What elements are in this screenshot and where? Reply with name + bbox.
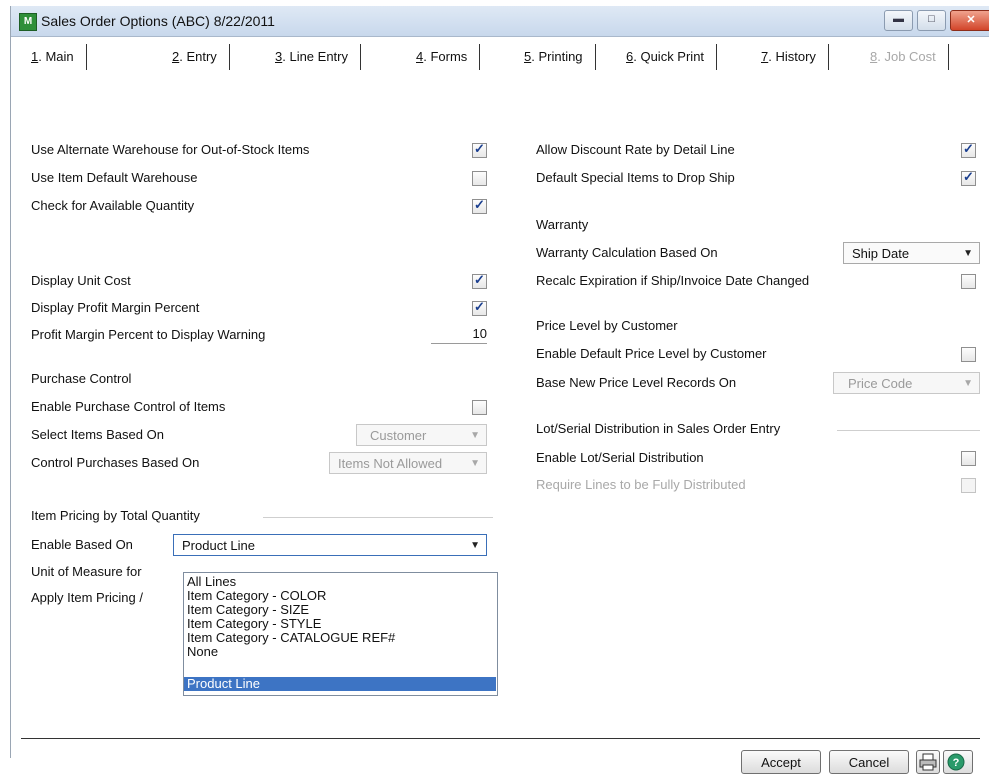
tab-history[interactable]: 7. History (755, 44, 829, 70)
display-profit-margin-label: Display Profit Margin Percent (31, 300, 200, 315)
display-unit-cost-label: Display Unit Cost (31, 273, 131, 288)
profit-margin-warning-field[interactable]: 10 (431, 325, 487, 344)
display-profit-margin-checkbox[interactable]: ✓ (472, 299, 487, 316)
checkmark-icon: ✓ (474, 299, 485, 314)
cancel-button[interactable]: Cancel (829, 750, 909, 774)
item-pricing-heading: Item Pricing by Total Quantity (31, 508, 200, 523)
recalc-expiration-checkbox[interactable] (961, 274, 976, 289)
chevron-down-icon: ▼ (470, 458, 480, 469)
dropdown-option-item-category-size[interactable]: Item Category - SIZE (184, 603, 496, 617)
base-price-level-select[interactable]: Price Code ▼ (833, 372, 980, 394)
dropdown-option-none[interactable]: None (184, 645, 496, 659)
control-purchases-based-on-select[interactable]: Items Not Allowed ▼ (329, 452, 487, 474)
accept-button[interactable]: Accept (741, 750, 821, 774)
help-button[interactable]: ? (943, 750, 973, 774)
base-price-level-label: Base New Price Level Records On (536, 375, 737, 390)
enable-based-on-value: Product Line (182, 538, 255, 553)
allow-discount-rate-checkbox[interactable]: ✓ (961, 141, 976, 158)
purchase-control-heading: Purchase Control (31, 371, 132, 386)
checkmark-icon: ✓ (474, 272, 485, 287)
sales-order-options-window: M Sales Order Options (ABC) 8/22/2011 ▬ … (10, 6, 989, 774)
recalc-expiration-label: Recalc Expiration if Ship/Invoice Date C… (536, 273, 810, 288)
allow-discount-rate-label: Allow Discount Rate by Detail Line (536, 142, 735, 157)
require-fully-distributed-checkbox[interactable] (961, 478, 976, 493)
enable-based-on-dropdown-list: All Lines Item Category - COLOR Item Cat… (183, 572, 498, 696)
enable-default-price-level-checkbox[interactable] (961, 347, 976, 362)
tab-line-entry[interactable]: 3. Line Entry (269, 44, 361, 70)
enable-lot-serial-checkbox[interactable] (961, 451, 976, 466)
chevron-down-icon: ▼ (963, 248, 973, 259)
dropdown-option-product-line[interactable]: Product Line (184, 677, 496, 691)
select-items-based-on-select[interactable]: Customer ▼ (356, 424, 487, 446)
base-price-level-value: Price Code (848, 376, 913, 391)
checkmark-icon: ✓ (474, 197, 485, 212)
lot-serial-divider (837, 430, 980, 431)
enable-default-price-level-label: Enable Default Price Level by Customer (536, 346, 767, 361)
tab-job-cost[interactable]: 8. Job Cost (864, 44, 949, 70)
dropdown-option-item-category-catalogue-ref[interactable]: Item Category - CATALOGUE REF# (184, 631, 496, 645)
unit-of-measure-label: Unit of Measure for (31, 564, 142, 579)
checkmark-icon: ✓ (963, 141, 974, 156)
tab-printing[interactable]: 5. Printing (518, 44, 596, 70)
warranty-calc-select[interactable]: Ship Date ▼ (843, 242, 980, 264)
enable-based-on-select[interactable]: Product Line ▼ (173, 534, 487, 556)
tab-forms[interactable]: 4. Forms (410, 44, 481, 70)
title-bar: M Sales Order Options (ABC) 8/22/2011 ▬ … (11, 6, 989, 37)
dropdown-option-item-category-style[interactable]: Item Category - STYLE (184, 617, 496, 631)
warranty-calc-value: Ship Date (852, 246, 910, 261)
item-pricing-divider (263, 517, 493, 518)
window-title: Sales Order Options (ABC) 8/22/2011 (41, 13, 275, 29)
help-icon: ? (947, 753, 965, 771)
item-default-warehouse-checkbox[interactable] (472, 171, 487, 186)
svg-text:?: ? (953, 757, 960, 769)
dropdown-option-all-lines[interactable]: All Lines (184, 575, 496, 589)
print-button[interactable] (916, 750, 940, 774)
minimize-icon: ▬ (893, 13, 904, 25)
enable-lot-serial-label: Enable Lot/Serial Distribution (536, 450, 704, 465)
footer-divider (21, 738, 980, 739)
enable-purchase-control-label: Enable Purchase Control of Items (31, 399, 226, 414)
checkmark-icon: ✓ (963, 169, 974, 184)
tab-strip: 1. Main 2. Entry 3. Line Entry 4. Forms … (11, 36, 989, 78)
checkmark-icon: ✓ (474, 141, 485, 156)
check-available-qty-label: Check for Available Quantity (31, 198, 195, 213)
item-default-warehouse-label: Use Item Default Warehouse (31, 170, 198, 185)
close-button[interactable]: ✕ (950, 10, 989, 31)
profit-margin-warning-label: Profit Margin Percent to Display Warning (31, 327, 266, 342)
tab-entry[interactable]: 2. Entry (166, 44, 230, 70)
close-icon: ✕ (966, 14, 976, 26)
require-fully-distributed-label: Require Lines to be Fully Distributed (536, 477, 746, 492)
display-unit-cost-checkbox[interactable]: ✓ (472, 272, 487, 289)
warranty-calc-label: Warranty Calculation Based On (536, 245, 718, 260)
tab-main[interactable]: 1. Main (25, 44, 87, 70)
warranty-heading: Warranty (536, 217, 589, 232)
alt-warehouse-checkbox[interactable]: ✓ (472, 141, 487, 158)
tab-quick-print[interactable]: 6. Quick Print (620, 44, 718, 70)
control-purchases-based-on-value: Items Not Allowed (338, 456, 443, 471)
enable-based-on-label: Enable Based On (31, 537, 133, 552)
select-items-based-on-value: Customer (370, 428, 427, 443)
printer-icon (919, 753, 937, 771)
lot-serial-heading: Lot/Serial Distribution in Sales Order E… (536, 421, 781, 436)
check-available-qty-checkbox[interactable]: ✓ (472, 197, 487, 214)
minimize-button[interactable]: ▬ (884, 10, 913, 31)
maximize-button[interactable]: □ (917, 10, 946, 31)
enable-purchase-control-checkbox[interactable] (472, 400, 487, 415)
chevron-down-icon: ▼ (963, 378, 973, 389)
drop-ship-checkbox[interactable]: ✓ (961, 169, 976, 186)
app-icon: M (19, 13, 37, 31)
control-purchases-based-on-label: Control Purchases Based On (31, 455, 200, 470)
apply-item-pricing-label: Apply Item Pricing / (31, 590, 143, 605)
chevron-down-icon: ▼ (470, 430, 480, 441)
select-items-based-on-label: Select Items Based On (31, 427, 164, 442)
drop-ship-label: Default Special Items to Drop Ship (536, 170, 735, 185)
alt-warehouse-label: Use Alternate Warehouse for Out-of-Stock… (31, 142, 310, 157)
maximize-icon: □ (928, 13, 935, 25)
dropdown-option-item-category-color[interactable]: Item Category - COLOR (184, 589, 496, 603)
chevron-down-icon: ▼ (470, 540, 480, 551)
price-level-heading: Price Level by Customer (536, 318, 678, 333)
